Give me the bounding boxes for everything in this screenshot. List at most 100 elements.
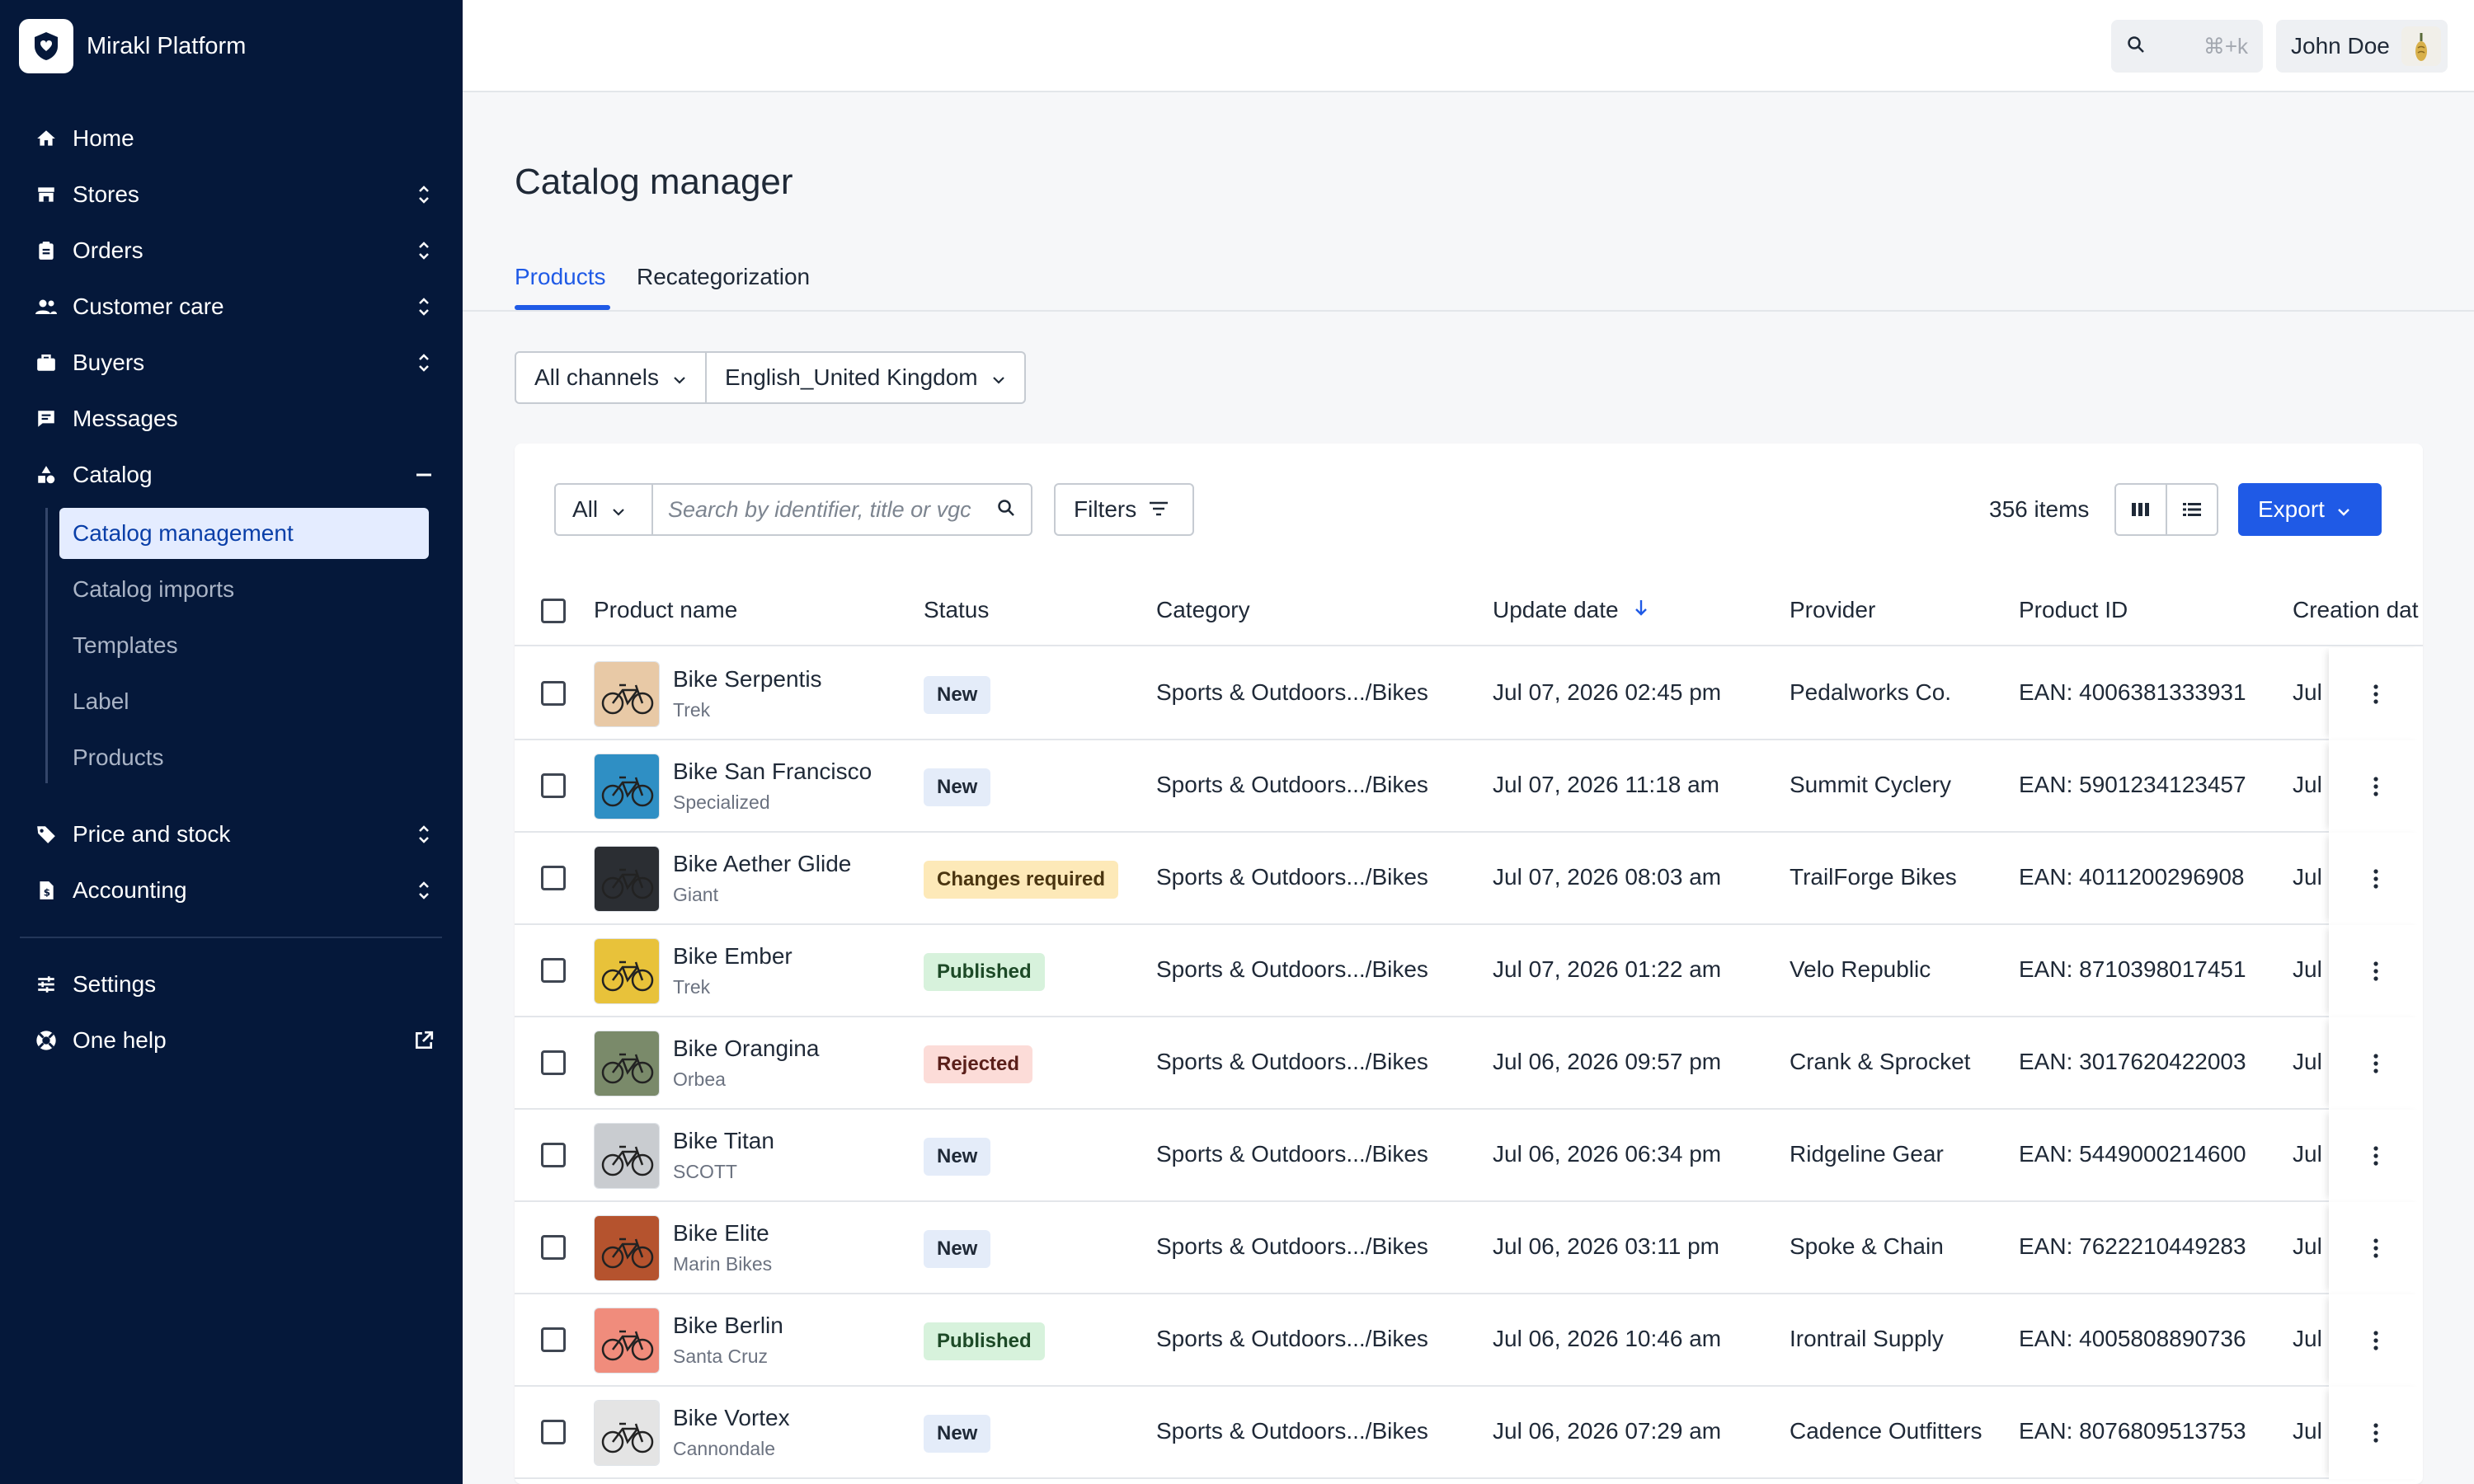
nav-item-orders[interactable]: Orders [33,228,437,274]
product-name[interactable]: Bike Elite [673,1220,769,1247]
nav-item-stores[interactable]: Stores [33,171,437,218]
collapse-icon[interactable] [411,462,437,488]
column-header-category[interactable]: Category [1156,597,1250,623]
nav-item-buyers[interactable]: Buyers [33,340,437,386]
product-name[interactable]: Bike Ember [673,943,793,970]
select-all-checkbox[interactable] [541,599,566,623]
sliders-icon [33,971,59,998]
locale-value: English_United Kingdom [724,364,978,390]
row-actions [2329,1202,2423,1294]
sidebar-item-templates[interactable]: Templates [59,620,429,671]
more-actions-icon[interactable] [2359,770,2392,803]
table-row[interactable]: Bike Orangina Orbea Rejected Sports & Outdo… [515,1017,2423,1110]
nav-item-customer-care[interactable]: Customer care [33,284,437,330]
product-name[interactable]: Bike Titan [673,1128,774,1154]
expand-icon[interactable] [411,350,437,376]
creation-date-cell: Jul [2293,864,2322,890]
product-name[interactable]: Bike San Francisco [673,758,872,785]
table-row[interactable]: Bike Ember Trek Published Sports & Outdoors… [515,925,2423,1017]
nav-item-messages[interactable]: Messages [33,396,437,442]
row-checkbox[interactable] [541,773,566,798]
nav-item-one-help[interactable]: One help [33,1017,437,1064]
column-header-status[interactable]: Status [924,597,989,623]
columns-view-icon[interactable] [2116,485,2166,534]
expand-icon[interactable] [411,237,437,264]
nav-item-catalog[interactable]: Catalog [33,452,437,498]
search-input[interactable] [668,496,981,523]
column-header-product-id[interactable]: Product ID [2019,597,2128,623]
product-id-cell: EAN: 4011200296908 [2019,864,2245,890]
status-badge: Published [924,1322,1045,1360]
nav-item-price-and-stock[interactable]: Price and stock [33,811,437,857]
list-view-icon[interactable] [2166,485,2217,534]
row-checkbox[interactable] [541,1143,566,1167]
expand-icon[interactable] [411,877,437,904]
row-checkbox[interactable] [541,1050,566,1075]
chevron-down-icon [991,364,1006,391]
row-checkbox[interactable] [541,1420,566,1444]
expand-icon[interactable] [411,181,437,208]
row-checkbox[interactable] [541,1235,566,1260]
more-actions-icon[interactable] [2359,1232,2392,1265]
product-brand: SCOTT [673,1161,737,1182]
export-button[interactable]: Export [2238,483,2382,536]
table-row[interactable]: Bike Aether Glide Giant Changes required Sp… [515,833,2423,925]
status-badge: New [924,1230,991,1268]
nav-item-home[interactable]: Home [33,115,437,162]
tab-recategorization[interactable]: Recategorization [637,264,810,290]
table-row[interactable]: Bike Titan SCOTT New Sports & Outdoors.../B… [515,1110,2423,1202]
provider-cell: Spoke & Chain [1790,1233,1944,1259]
nav-item-accounting[interactable]: $ Accounting [33,867,437,913]
row-checkbox[interactable] [541,958,566,983]
nav-label: One help [73,1027,167,1053]
row-checkbox[interactable] [541,866,566,890]
sidebar-item-catalog-management[interactable]: Catalog management [59,508,429,559]
table-row[interactable]: Bike Serpentis Trek New Sports & Outdoors..… [515,648,2423,740]
column-header-creation-date[interactable]: Creation dat [2293,597,2419,623]
global-search-button[interactable]: ⌘+k [2111,20,2263,73]
sidebar-item-label[interactable]: Label [59,676,429,727]
sidebar-item-products[interactable]: Products [59,732,429,783]
product-name[interactable]: Bike Vortex [673,1405,790,1431]
table-row[interactable]: Bike Berlin Santa Cruz Published Sports & O… [515,1294,2423,1387]
filters-button[interactable]: Filters [1054,483,1194,536]
product-name[interactable]: Bike Serpentis [673,666,822,693]
more-actions-icon[interactable] [2359,955,2392,988]
channel-dropdown[interactable]: All channels [516,353,705,402]
more-actions-icon[interactable] [2359,678,2392,711]
tab-products[interactable]: Products [515,264,606,290]
scope-filter-dropdown[interactable]: All [554,483,653,536]
row-checkbox[interactable] [541,1327,566,1352]
status-badge: Rejected [924,1045,1033,1083]
expand-icon[interactable] [411,294,437,320]
product-name[interactable]: Bike Orangina [673,1036,819,1062]
external-link-icon[interactable] [411,1027,437,1054]
more-actions-icon[interactable] [2359,1139,2392,1172]
column-header-product-name[interactable]: Product name [594,597,737,623]
search-icon[interactable] [996,498,1016,522]
more-actions-icon[interactable] [2359,862,2392,895]
expand-icon[interactable] [411,821,437,848]
locale-dropdown[interactable]: English_United Kingdom [704,353,1024,402]
chevron-down-icon [611,496,626,523]
more-actions-icon[interactable] [2359,1324,2392,1357]
user-menu[interactable]: John Doe [2276,20,2448,73]
more-actions-icon[interactable] [2359,1047,2392,1080]
items-count: 356 items [1989,496,2090,522]
table-row[interactable]: Bike Vortex Cannondale New Sports & Outdoor… [515,1387,2423,1479]
table-row[interactable]: Bike Elite Marin Bikes New Sports & Outdoor… [515,1202,2423,1294]
nav-item-settings[interactable]: Settings [33,961,437,1007]
sidebar-item-catalog-imports[interactable]: Catalog imports [59,564,429,615]
more-actions-icon[interactable] [2359,1416,2392,1449]
row-checkbox[interactable] [541,681,566,706]
brand[interactable]: Mirakl Platform [19,19,246,73]
product-name[interactable]: Bike Berlin [673,1313,783,1339]
product-name[interactable]: Bike Aether Glide [673,851,851,877]
column-header-provider[interactable]: Provider [1790,597,1875,623]
provider-cell: TrailForge Bikes [1790,864,1957,890]
product-id-cell: EAN: 4005808890736 [2019,1326,2246,1351]
status-badge: Changes required [924,861,1119,899]
table-row[interactable]: Bike San Francisco Specialized New Sports &… [515,740,2423,833]
user-name: John Doe [2291,33,2390,59]
column-header-update-date[interactable]: Update date [1493,597,1649,623]
